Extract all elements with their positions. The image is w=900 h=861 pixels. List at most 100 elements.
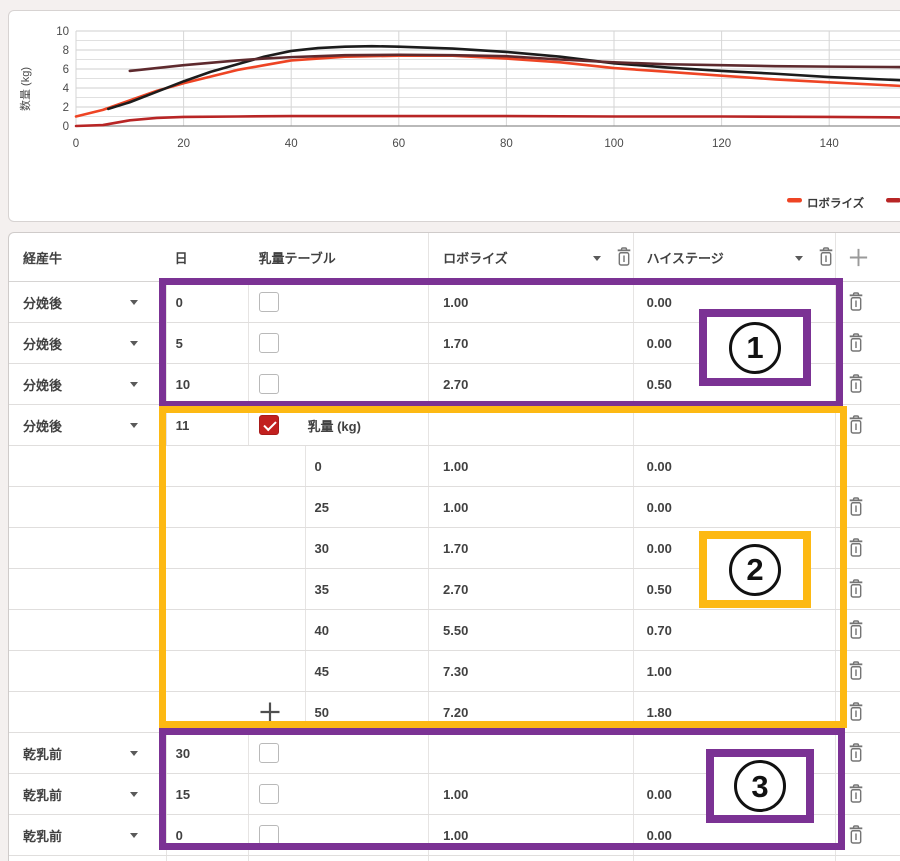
chevron-down-icon[interactable] (593, 256, 601, 261)
delete-row-button[interactable] (847, 292, 865, 312)
delete-row-button[interactable] (847, 620, 865, 640)
delete-row-button[interactable] (847, 743, 865, 763)
sub-day-cell[interactable]: 40 (305, 610, 428, 650)
milk-table-cell: 0 (248, 446, 428, 486)
series2-value-cell[interactable]: 0.00 (633, 446, 836, 486)
series1-value-cell[interactable] (428, 733, 633, 773)
series1-value-cell[interactable]: 2.70 (428, 569, 633, 609)
series1-value-cell[interactable]: 1.00 (428, 487, 633, 527)
chevron-down-icon (130, 833, 138, 838)
milk-table-checkbox[interactable] (259, 333, 279, 353)
delete-row-button[interactable] (847, 661, 865, 681)
badge-2: 2 (699, 531, 811, 608)
row-actions-cell (835, 856, 900, 861)
delete-series1-button[interactable] (615, 247, 633, 267)
milk-table-checkbox[interactable] (259, 292, 279, 312)
column-header-series1: ロボライズ (428, 233, 633, 281)
row-actions-cell (835, 692, 900, 732)
day-cell (166, 651, 249, 691)
cow-type-select[interactable]: 分娩後 (9, 405, 166, 445)
cow-type-select[interactable]: 分娩後 (9, 282, 166, 322)
delete-row-button[interactable] (847, 702, 865, 722)
badge-1-number: 1 (729, 322, 781, 374)
delete-row-button[interactable] (847, 497, 865, 517)
svg-text:0: 0 (63, 121, 69, 133)
series1-value-cell[interactable]: 1.70 (428, 323, 633, 363)
milk-table-cell: 30 (248, 528, 428, 568)
delete-row-button[interactable] (847, 374, 865, 394)
series1-value-cell[interactable]: 1.00 (428, 282, 633, 322)
sub-day-cell[interactable]: 25 (305, 487, 428, 527)
badge-2-number: 2 (729, 544, 781, 596)
series2-select-label[interactable]: ハイステージ (647, 248, 724, 267)
series2-value-cell[interactable]: 1.80 (633, 692, 836, 732)
milk-table-checkbox[interactable] (259, 825, 279, 845)
badge-3: 3 (706, 749, 814, 823)
sub-day-cell[interactable]: 35 (305, 569, 428, 609)
milk-table-checkbox[interactable] (259, 374, 279, 394)
trash-icon (847, 292, 865, 312)
sub-day-cell[interactable]: 30 (305, 528, 428, 568)
series1-select-label[interactable]: ロボライズ (443, 248, 508, 267)
milk-table-checkbox[interactable] (259, 743, 279, 763)
sub-day-cell[interactable]: 50 (305, 692, 428, 732)
series1-value-cell[interactable]: 7.20 (428, 692, 633, 732)
svg-text:100: 100 (604, 138, 623, 150)
milk-table-checkbox[interactable] (259, 415, 279, 435)
sub-day-cell[interactable]: 45 (305, 651, 428, 691)
day-cell[interactable]: 15 (166, 774, 249, 814)
delete-series2-button[interactable] (817, 247, 835, 267)
cow-type-cell (9, 692, 166, 732)
cow-type-select[interactable]: 分娩後 (9, 364, 166, 404)
cow-type-cell (9, 487, 166, 527)
day-cell (166, 487, 249, 527)
delete-row-button[interactable] (847, 415, 865, 435)
cow-type-select[interactable]: 乾乳前 (9, 733, 166, 773)
trash-icon (847, 784, 865, 804)
series1-value-cell[interactable]: 1.70 (428, 528, 633, 568)
series2-value-cell[interactable]: 0.00 (633, 487, 836, 527)
series1-value-cell[interactable]: 7.30 (428, 651, 633, 691)
series1-value-cell[interactable]: 1.00 (428, 815, 633, 855)
row-actions-cell (835, 323, 900, 363)
trash-icon (847, 620, 865, 640)
series1-value-cell[interactable] (428, 405, 633, 445)
delete-row-button[interactable] (847, 579, 865, 599)
table-row: 分娩後11乳量 (kg) (9, 405, 900, 446)
series2-value-cell[interactable]: 0.70 (633, 610, 836, 650)
series1-value-cell[interactable]: 5.50 (428, 610, 633, 650)
day-cell[interactable]: 0 (166, 282, 249, 322)
svg-text:10: 10 (56, 26, 69, 38)
add-sub-row-button[interactable] (258, 700, 282, 724)
cow-type-label: 乾乳前 (23, 744, 62, 763)
milk-table-cell: 25 (248, 487, 428, 527)
add-column-button[interactable] (847, 246, 870, 269)
row-actions-cell (835, 733, 900, 773)
chevron-down-icon (130, 423, 138, 428)
trash-icon (847, 374, 865, 394)
day-cell (166, 692, 249, 732)
series1-value-cell[interactable]: 1.00 (428, 446, 633, 486)
sub-day-cell[interactable]: 0 (305, 446, 428, 486)
series1-value-cell[interactable]: 1.00 (428, 774, 633, 814)
day-cell[interactable]: 11 (166, 405, 249, 445)
delete-row-button[interactable] (847, 333, 865, 353)
series1-value-cell[interactable]: 2.70 (428, 364, 633, 404)
delete-row-button[interactable] (847, 784, 865, 804)
cow-type-cell (9, 610, 166, 650)
chevron-down-icon[interactable] (795, 256, 803, 261)
day-cell[interactable]: 0 (166, 815, 249, 855)
day-cell[interactable]: 5 (166, 323, 249, 363)
milk-table-checkbox[interactable] (259, 784, 279, 804)
day-cell[interactable]: 10 (166, 364, 249, 404)
series2-value-cell[interactable]: 1.00 (633, 651, 836, 691)
cow-type-select[interactable]: 乾乳前 (9, 774, 166, 814)
badge-1: 1 (699, 309, 811, 386)
chevron-down-icon (130, 300, 138, 305)
series2-value-cell[interactable] (633, 405, 836, 445)
cow-type-select[interactable]: 分娩後 (9, 323, 166, 363)
delete-row-button[interactable] (847, 825, 865, 845)
cow-type-select[interactable]: 乾乳前 (9, 815, 166, 855)
day-cell[interactable]: 30 (166, 733, 249, 773)
delete-row-button[interactable] (847, 538, 865, 558)
